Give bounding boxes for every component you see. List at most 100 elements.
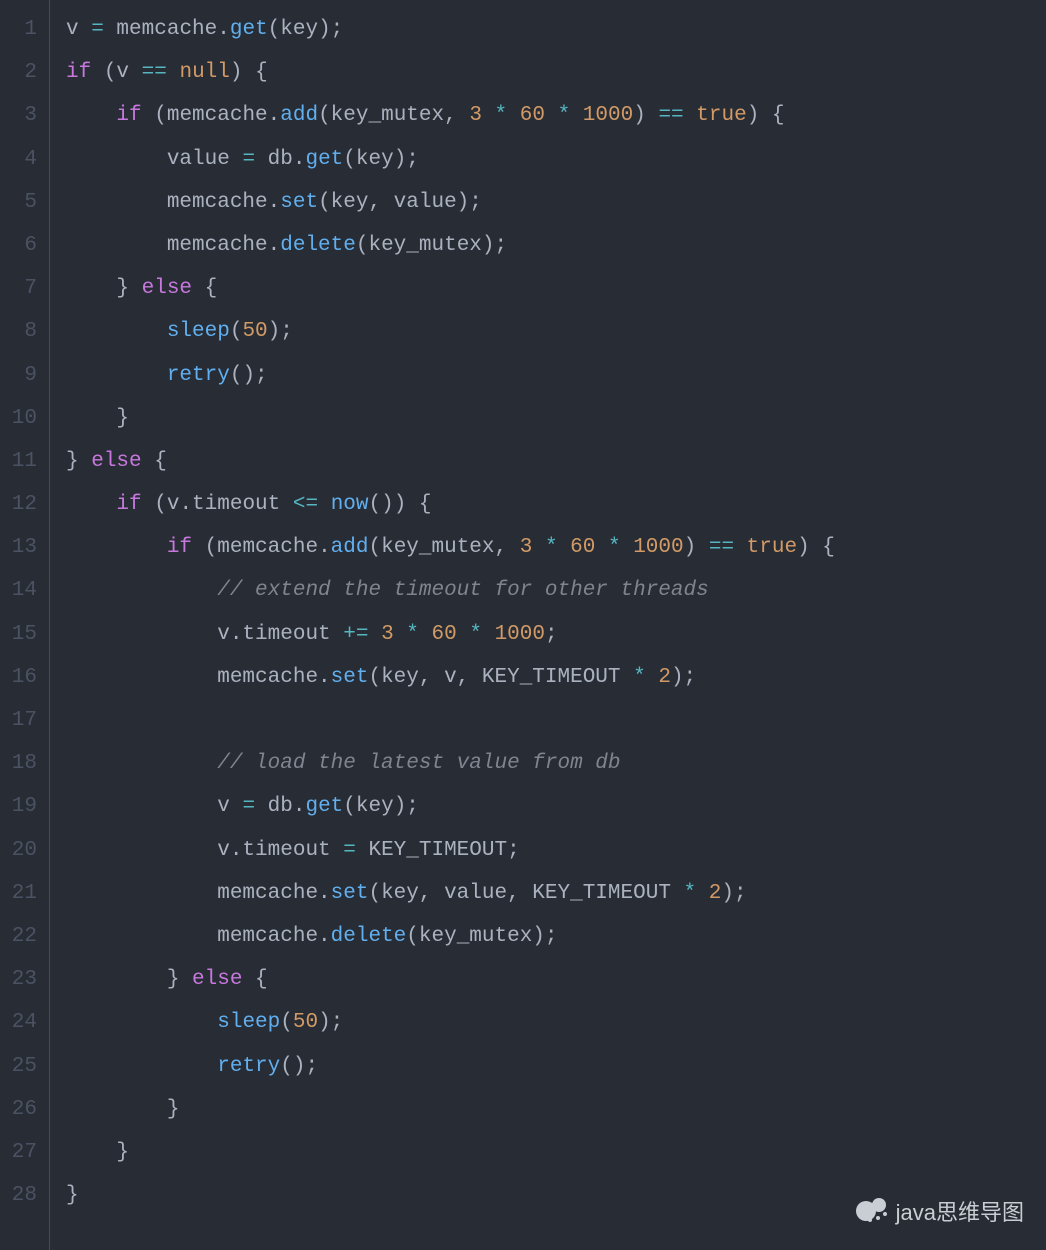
token-id: } [66,1184,79,1207]
token-kw: if [66,61,91,84]
line-number: 6 [6,224,37,267]
token-id: ()) { [369,493,432,516]
code-line: sleep(50); [66,1001,1046,1044]
token-id: ); [671,666,696,689]
token-op: += [343,623,368,646]
token-id: ) [684,536,709,559]
token-op: == [142,61,167,84]
code-line: } [66,1088,1046,1131]
line-number: 8 [6,310,37,353]
watermark: java思维导图 [856,1194,1024,1228]
token-num: 3 [520,536,533,559]
token-id [318,493,331,516]
token-num: 60 [432,623,457,646]
token-id [696,882,709,905]
token-id: KEY_TIMEOUT; [356,839,520,862]
token-id: ); [318,1011,343,1034]
token-kw: if [116,104,141,127]
token-op: * [545,536,558,559]
token-comment: // load the latest value from db [217,752,620,775]
token-id: ) { [747,104,785,127]
line-number: 28 [6,1174,37,1217]
token-op: * [633,666,646,689]
token-comment: // extend the timeout for other threads [217,579,708,602]
token-num: 50 [293,1011,318,1034]
token-id: db. [255,795,305,818]
token-num: 3 [381,623,394,646]
token-op: = [91,18,104,41]
token-id: memcache. [66,882,331,905]
token-id [545,104,558,127]
token-id [734,536,747,559]
token-id: memcache. [66,234,280,257]
token-id: (v [91,61,141,84]
token-id: v.timeout [66,623,343,646]
token-id: (); [230,364,268,387]
token-id: (); [280,1055,318,1078]
token-fn: get [230,18,268,41]
token-id [570,104,583,127]
token-fn: add [280,104,318,127]
token-id: value [66,148,242,171]
token-kw: else [192,968,242,991]
token-id [66,1011,217,1034]
token-fn: get [305,795,343,818]
token-id: ( [280,1011,293,1034]
token-id: ); [721,882,746,905]
token-id [394,623,407,646]
token-id: { [192,277,217,300]
token-op: = [343,839,356,862]
line-number: 22 [6,915,37,958]
token-id [532,536,545,559]
token-id: (key_mutex); [406,925,557,948]
token-num: null [179,61,229,84]
token-num: 1000 [633,536,683,559]
code-line: v = db.get(key); [66,785,1046,828]
line-number: 15 [6,613,37,656]
token-num: 3 [469,104,482,127]
token-id: (key_mutex, [318,104,469,127]
token-fn: sleep [217,1011,280,1034]
token-id [66,104,116,127]
line-number-gutter: 1234567891011121314151617181920212223242… [0,0,50,1250]
token-op: * [558,104,571,127]
line-number: 26 [6,1088,37,1131]
token-fn: retry [217,1055,280,1078]
token-op: * [469,623,482,646]
token-id: } [66,277,142,300]
code-line [66,699,1046,742]
code-line: } else { [66,440,1046,483]
token-id: { [142,450,167,473]
token-fn: retry [167,364,230,387]
code-line: // extend the timeout for other threads [66,569,1046,612]
token-id [66,493,116,516]
code-line: memcache.set(key, value); [66,181,1046,224]
token-id: memcache. [66,191,280,214]
token-id: { [242,968,267,991]
token-fn: get [305,148,343,171]
token-id: (key, v, KEY_TIMEOUT [368,666,633,689]
token-id: (v.timeout [142,493,293,516]
line-number: 20 [6,829,37,872]
code-line: value = db.get(key); [66,138,1046,181]
watermark-text: java思维导图 [896,1195,1024,1227]
line-number: 12 [6,483,37,526]
line-number: 10 [6,397,37,440]
token-id: ( [230,320,243,343]
token-op: * [406,623,419,646]
line-number: 3 [6,94,37,137]
token-id: memcache. [104,18,230,41]
line-number: 2 [6,51,37,94]
token-id [558,536,571,559]
token-id: } [66,1098,179,1121]
token-id: v.timeout [66,839,343,862]
code-line: } [66,1131,1046,1174]
line-number: 21 [6,872,37,915]
code-line: retry(); [66,1045,1046,1088]
token-op: * [608,536,621,559]
line-number: 14 [6,569,37,612]
line-number: 4 [6,138,37,181]
line-number: 17 [6,699,37,742]
token-num: 1000 [495,623,545,646]
token-id [419,623,432,646]
